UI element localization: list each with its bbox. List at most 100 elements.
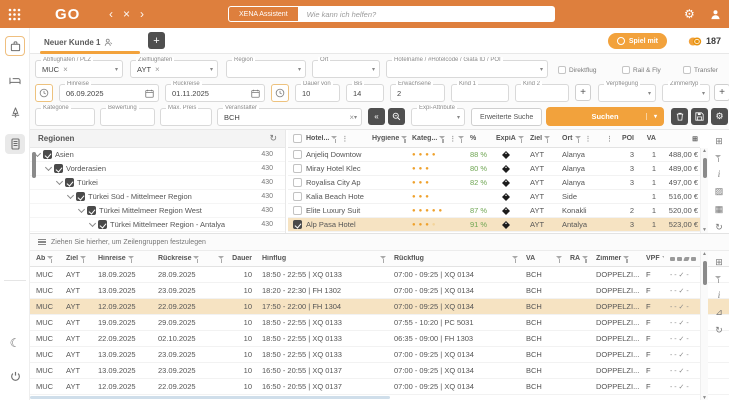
col-va[interactable]: VA: [520, 255, 564, 263]
scroll-up-icon[interactable]: ▲: [702, 148, 707, 154]
col-ra[interactable]: RA: [564, 255, 590, 263]
offer-row[interactable]: MUC AYT 12.09.2025 22.09.2025 10 16:50 -…: [30, 379, 729, 395]
regions-scrollbar[interactable]: [32, 152, 36, 178]
col-ziel[interactable]: Ziel: [530, 135, 562, 143]
info-icon[interactable]: i: [718, 290, 721, 300]
col-ziel[interactable]: Ziel: [60, 255, 92, 263]
assistant-input[interactable]: [299, 6, 555, 22]
select-all-checkbox[interactable]: [293, 134, 302, 143]
region-checkbox[interactable]: [43, 150, 52, 159]
suchen-button[interactable]: Suchen ▾: [546, 107, 664, 126]
hotel-row[interactable]: Elite Luxury Suit ●●●●● 87 % AYT Konakli…: [288, 204, 700, 218]
col-rueckreise[interactable]: Rückreise: [152, 255, 212, 263]
kebab-icon[interactable]: ⋮: [341, 135, 348, 143]
filter-icon[interactable]: [47, 255, 55, 263]
bewertung-field[interactable]: Bewertung: [100, 108, 155, 126]
departure-airport-field[interactable]: Abflughafen / PLZ MUC × ▾: [35, 60, 123, 78]
nav-back-icon[interactable]: ‹: [109, 7, 113, 21]
verpflegung-field[interactable]: Verpflegung ▾: [598, 84, 656, 102]
kategorie-field[interactable]: Kategorie: [35, 108, 95, 126]
chevron-down-icon[interactable]: ▾: [372, 66, 379, 73]
region-checkbox[interactable]: [76, 192, 85, 201]
chevron-down-icon[interactable]: [78, 206, 85, 213]
user-button[interactable]: [710, 0, 721, 28]
transfer-checkbox[interactable]: Transfer: [683, 66, 718, 74]
chevron-down-icon[interactable]: ▾: [540, 66, 547, 73]
delete-search-button[interactable]: [671, 108, 688, 125]
region-tree-item[interactable]: Türkei Mittelmeer Region - Antalya 430: [30, 218, 285, 232]
col-dauer[interactable]: Dauer: [226, 255, 256, 262]
rail-fly-checkbox[interactable]: Rail & Fly: [622, 66, 661, 74]
filter-icon[interactable]: [575, 135, 583, 143]
scroll-down-icon[interactable]: ▼: [702, 395, 707, 400]
kebab-icon[interactable]: ⋮: [585, 135, 592, 143]
col-va[interactable]: VA: [638, 135, 658, 142]
col-hinreise[interactable]: Hinreise: [92, 255, 152, 263]
arrival-airport-field[interactable]: Zielflughafen AYT × ▾: [130, 60, 218, 78]
scroll-up-icon[interactable]: ▲: [702, 251, 707, 257]
kind1-field[interactable]: Kind 1: [451, 84, 509, 102]
chevron-down-icon[interactable]: [45, 164, 52, 171]
departure-time-button[interactable]: [35, 84, 53, 102]
rail-flight-button[interactable]: [5, 102, 25, 122]
region-checkbox[interactable]: [65, 178, 74, 187]
refresh-icon[interactable]: ↻: [269, 133, 277, 144]
settings-button[interactable]: ⚙: [684, 0, 695, 28]
erweiterte-suche-button[interactable]: Erweiterte Suche: [471, 108, 542, 126]
collapse-operators-button[interactable]: «: [368, 108, 385, 125]
offer-row[interactable]: MUC AYT 12.09.2025 22.09.2025 10 17:50 -…: [30, 299, 729, 315]
offer-scroll-thumb[interactable]: [703, 261, 707, 285]
table-view-icon[interactable]: ⊞: [715, 257, 723, 268]
hotel-row[interactable]: Anjeliq Downtow ●●●● 88 % AYT Alanya 3 1…: [288, 148, 700, 162]
hotelname-field[interactable]: Hotelname / #Hotelcode / Giata ID / POI …: [386, 60, 548, 78]
zoom-search-button[interactable]: [388, 108, 405, 125]
hotel-row-checkbox[interactable]: [293, 164, 302, 173]
hotel-row[interactable]: Alp Pasa Hotel ●●●● 91 % AYT Antalya 3 1…: [288, 218, 700, 232]
region-field[interactable]: Region ▾: [226, 60, 306, 78]
grid-view-icon[interactable]: ▦: [715, 204, 724, 215]
chevron-down-icon[interactable]: ▾: [115, 66, 122, 73]
kebab-icon[interactable]: ⋮: [449, 135, 456, 143]
offer-row[interactable]: MUC AYT 22.09.2025 02.10.2025 10 18:50 -…: [30, 331, 729, 347]
horizontal-scrollbar[interactable]: [30, 396, 390, 399]
hotel-row-checkbox[interactable]: [293, 178, 302, 187]
hotel-scrollbar[interactable]: ▲ ▼: [700, 148, 708, 233]
col-kebab[interactable]: ⋮: [606, 135, 614, 143]
zimmertyp-field[interactable]: Zimmertyp ▾: [662, 84, 710, 102]
filter-icon[interactable]: [544, 135, 552, 143]
rail-document-button[interactable]: [5, 134, 25, 154]
col-vpf[interactable]: VPF: [640, 255, 664, 263]
filter-icon[interactable]: [331, 135, 339, 143]
hotel-row[interactable]: Royalisa City Ap ●●● 82 % AYT Alanya 3 1…: [288, 176, 700, 190]
hotel-row-checkbox[interactable]: [293, 150, 302, 159]
kind2-field[interactable]: Kind 2: [515, 84, 569, 102]
filter-icon[interactable]: [458, 135, 466, 143]
nav-x-icon[interactable]: ×: [123, 7, 130, 21]
filter-icon[interactable]: [401, 135, 409, 143]
chart-icon[interactable]: ⊿: [715, 307, 723, 318]
calendar-icon[interactable]: [145, 89, 154, 98]
col-ab[interactable]: Ab: [30, 255, 60, 263]
info-icon[interactable]: i: [718, 169, 721, 179]
hotel-row-checkbox[interactable]: [293, 192, 302, 201]
region-tree-item[interactable]: Türkei Mittelmeer Region West 430: [30, 204, 285, 218]
col-hygiene[interactable]: Hygiene⋮: [372, 135, 412, 143]
offer-row[interactable]: MUC AYT 13.09.2025 23.09.2025 10 18:20 -…: [30, 283, 729, 299]
logout-button[interactable]: [5, 366, 25, 386]
expi-attribute-field[interactable]: Expi-Attribute ▾: [411, 108, 465, 126]
region-checkbox[interactable]: [54, 164, 63, 173]
ort-field[interactable]: Ort ▾: [312, 60, 380, 78]
nav-forward-icon[interactable]: ›: [140, 7, 144, 21]
erwachsene-field[interactable]: Erwachsene 2: [390, 84, 445, 102]
offer-row[interactable]: MUC AYT 13.09.2025 23.09.2025 10 18:50 -…: [30, 347, 729, 363]
filter-icon[interactable]: [556, 255, 564, 263]
hotel-scroll-thumb[interactable]: [703, 158, 707, 178]
bis-field[interactable]: Bis 14: [346, 84, 384, 102]
app-launcher-button[interactable]: [8, 0, 21, 28]
region-checkbox[interactable]: [98, 220, 107, 229]
hotel-row[interactable]: Miray Hotel Klec ●●● 80 % AYT Alanya 3 1…: [288, 162, 700, 176]
clear-icon[interactable]: ×: [63, 65, 68, 74]
add-room-button[interactable]: +: [714, 84, 729, 101]
calendar-icon[interactable]: [251, 89, 260, 98]
tab-neuer-kunde[interactable]: Neuer Kunde 1: [44, 32, 113, 52]
